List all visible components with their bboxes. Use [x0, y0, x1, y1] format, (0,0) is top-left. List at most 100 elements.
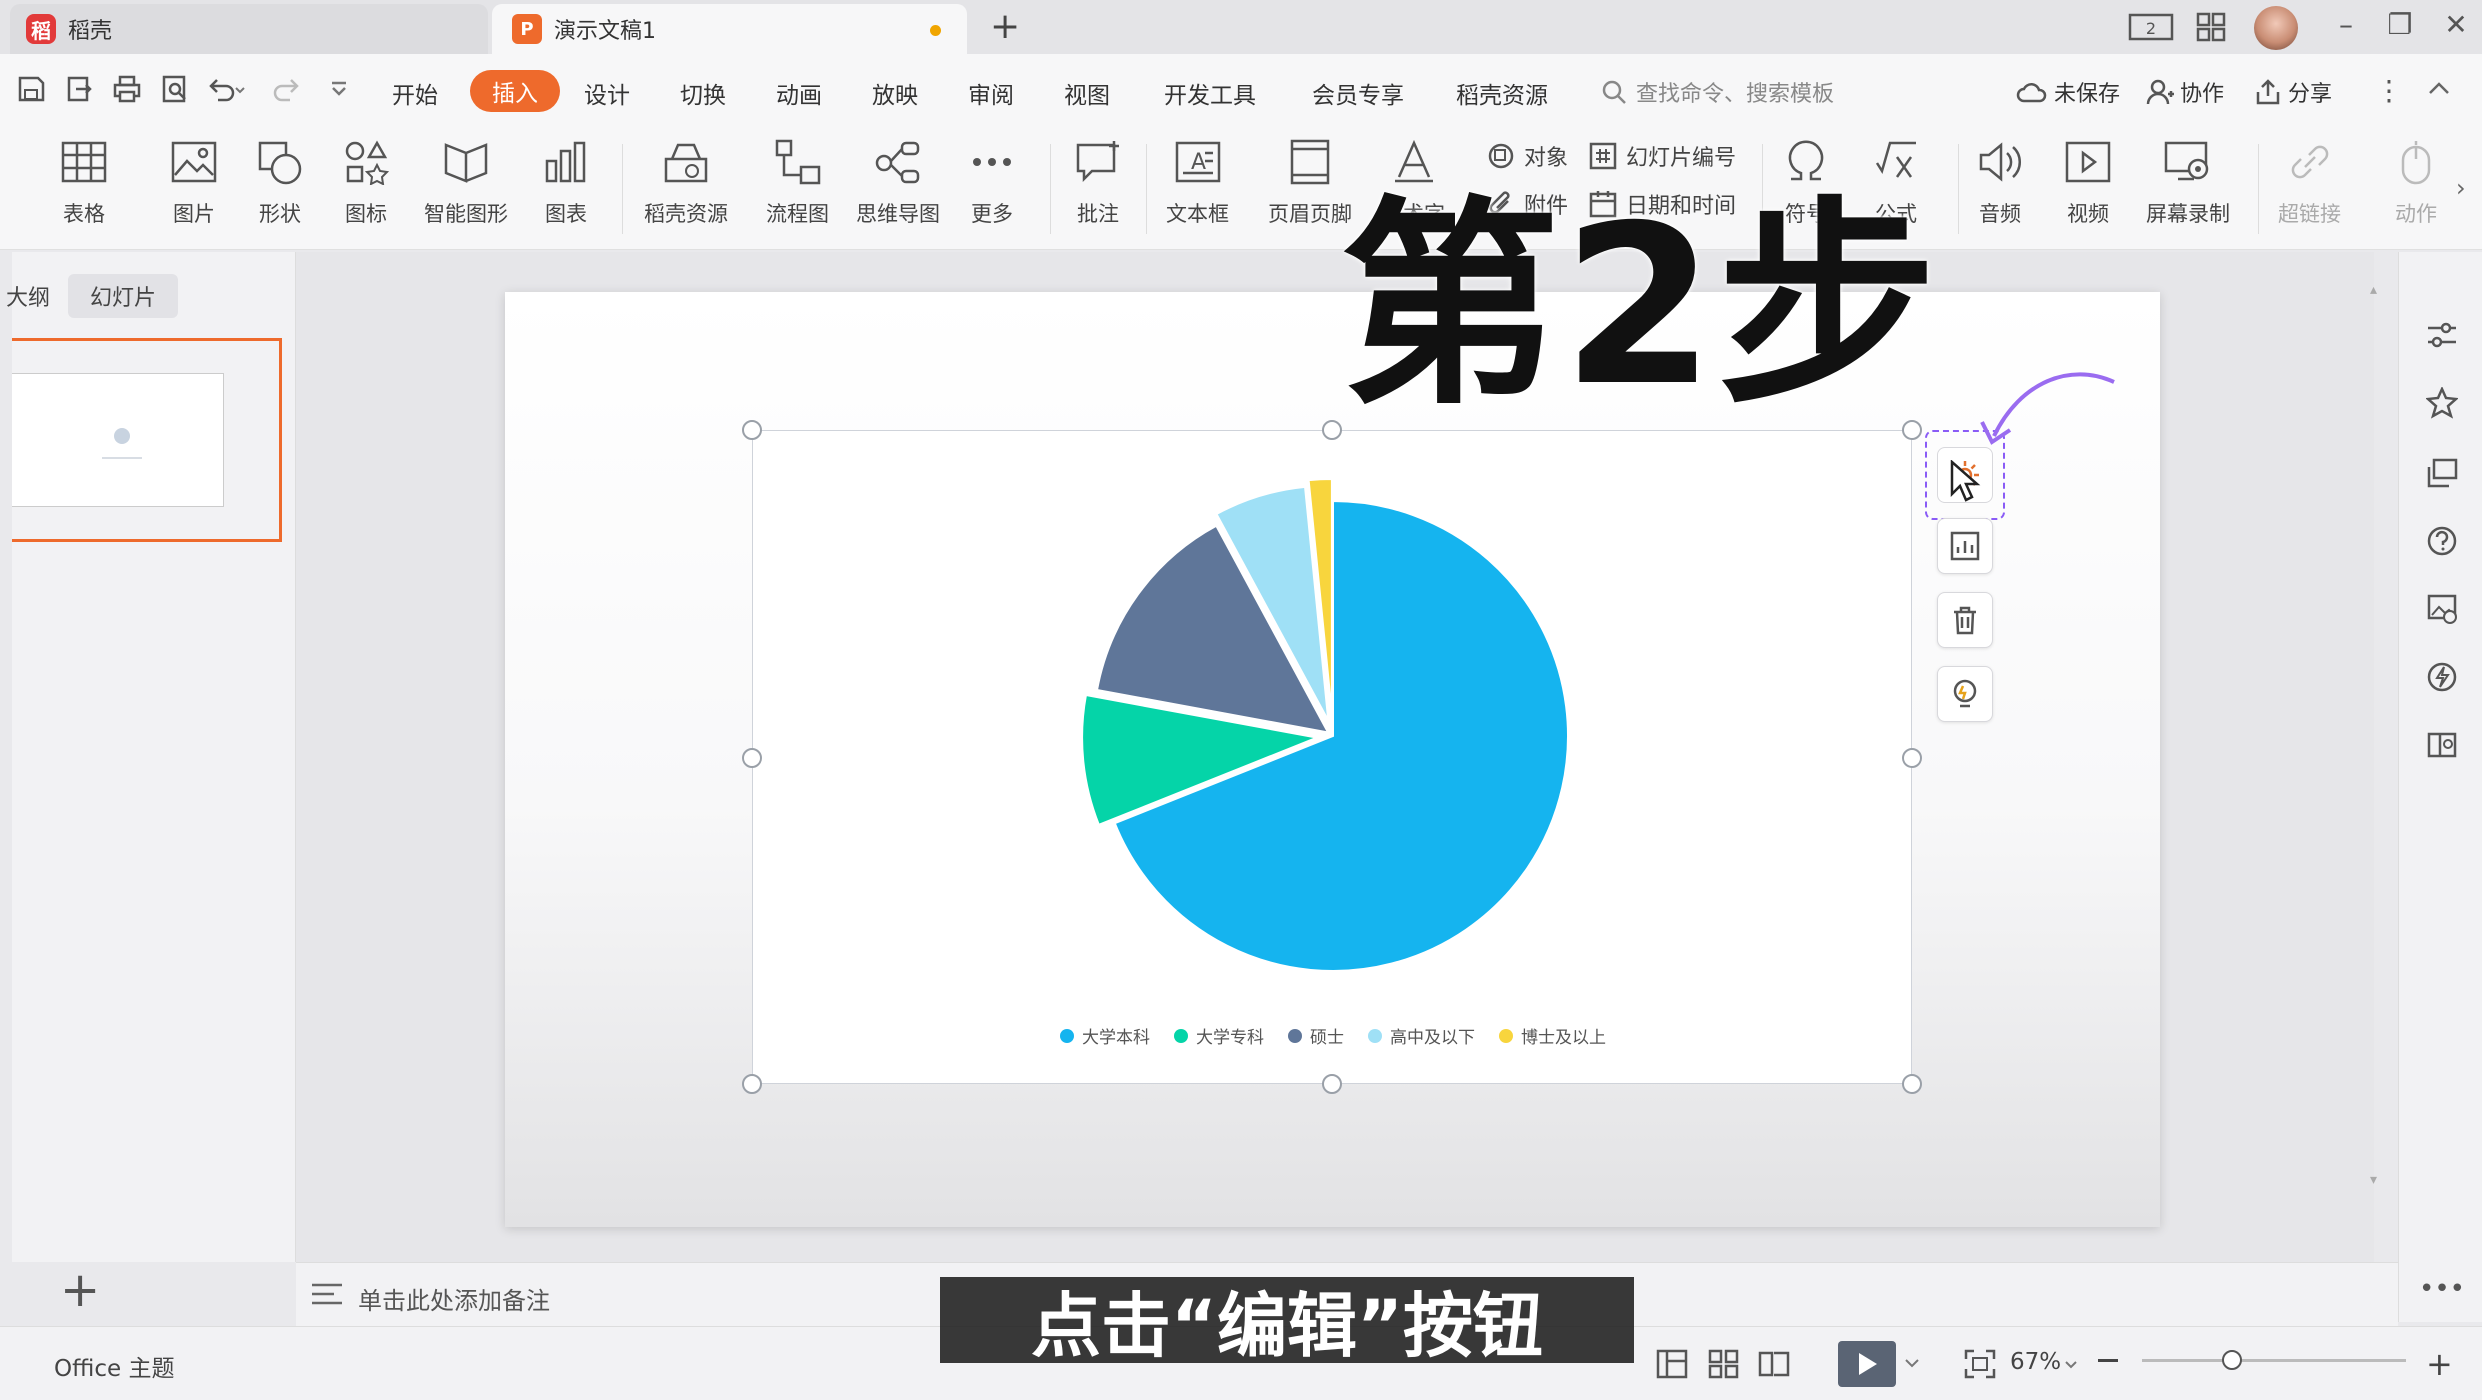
- resize-handle-right[interactable]: [1902, 748, 1922, 768]
- star-icon[interactable]: [2425, 386, 2459, 420]
- slide-panel: 大纲 幻灯片 +: [6, 252, 296, 1318]
- tab-start[interactable]: 开始: [392, 76, 438, 110]
- slides-tab[interactable]: 幻灯片: [68, 274, 179, 318]
- collaborate-button[interactable]: 协作: [2146, 76, 2224, 108]
- tab-slideshow[interactable]: 放映: [872, 76, 918, 110]
- normal-view-icon[interactable]: [1656, 1349, 1688, 1383]
- redo-icon[interactable]: [270, 74, 304, 108]
- menu-bar: 开始 插入 设计 切换 动画 放映 审阅 视图 开发工具 会员专享 稻壳资源 查…: [0, 54, 2482, 130]
- table-button[interactable]: 表格: [58, 136, 110, 228]
- comment-label: 批注: [1077, 202, 1119, 226]
- more-options-icon[interactable]: ⋮: [2372, 74, 2406, 108]
- chart-delete-button[interactable]: [1937, 592, 1993, 648]
- textbox-button[interactable]: A 文本框: [1166, 136, 1229, 228]
- chart-object[interactable]: 大学本科 大学专科 硕士 高中及以下 博士及以上: [752, 430, 1912, 1084]
- tab-design[interactable]: 设计: [584, 76, 630, 110]
- resize-handle-bottom-left[interactable]: [742, 1074, 762, 1094]
- outline-tab[interactable]: 大纲: [0, 274, 72, 318]
- resize-handle-top[interactable]: [1322, 420, 1342, 440]
- print-icon[interactable]: [110, 74, 144, 108]
- screen-record-button[interactable]: 屏幕录制: [2146, 136, 2230, 228]
- share-button[interactable]: 分享: [2254, 76, 2332, 108]
- chart-button[interactable]: 图表: [540, 136, 592, 228]
- slide-sorter-icon[interactable]: [1708, 1349, 1740, 1383]
- resize-handle-bottom[interactable]: [1322, 1074, 1342, 1094]
- audio-button[interactable]: 音频: [1974, 136, 2026, 228]
- tab-review[interactable]: 审阅: [968, 76, 1014, 110]
- tab-animation[interactable]: 动画: [776, 76, 822, 110]
- object-button[interactable]: 对象: [1486, 140, 1568, 172]
- tab-transition[interactable]: 切换: [680, 76, 726, 110]
- zoom-slider-handle[interactable]: [2222, 1350, 2242, 1370]
- icon-button[interactable]: 图标: [340, 136, 392, 228]
- resize-handle-left[interactable]: [742, 748, 762, 768]
- tab-docer-resources[interactable]: 稻壳资源: [1456, 76, 1548, 110]
- vertical-scrollbar[interactable]: ▴ ▾: [2366, 272, 2380, 1232]
- minimize-button[interactable]: –: [2326, 8, 2366, 41]
- docer-logo-icon: 稻: [26, 14, 56, 44]
- save-icon[interactable]: [14, 74, 48, 108]
- tab-member[interactable]: 会员专享: [1312, 76, 1404, 110]
- tab-document[interactable]: P 演示文稿1: [492, 4, 967, 54]
- more-button[interactable]: 更多: [966, 136, 1018, 228]
- undo-icon[interactable]: [206, 74, 245, 108]
- close-button[interactable]: ✕: [2436, 8, 2476, 41]
- legend-dot: [1288, 1028, 1302, 1043]
- adjust-sliders-icon[interactable]: [2425, 318, 2459, 352]
- chart-elements-button[interactable]: [1937, 518, 1993, 574]
- command-search-input[interactable]: 查找命令、搜索模板: [1600, 76, 1834, 108]
- video-button[interactable]: 视频: [2062, 136, 2114, 228]
- play-options-icon[interactable]: [1904, 1355, 1920, 1375]
- mindmap-button[interactable]: 思维导图: [856, 136, 940, 228]
- tab-insert[interactable]: 插入: [470, 70, 560, 112]
- fit-window-icon[interactable]: [1964, 1349, 1996, 1383]
- dual-screen-icon[interactable]: 2: [2128, 12, 2174, 46]
- export-icon[interactable]: [62, 74, 96, 108]
- zoom-level[interactable]: 67%: [2010, 1349, 2061, 1375]
- zoom-slider[interactable]: [2142, 1350, 2406, 1370]
- ribbon-scroll-right-icon[interactable]: ›: [2456, 174, 2466, 202]
- customize-quick-access-icon[interactable]: [322, 74, 356, 108]
- resize-handle-top-left[interactable]: [742, 420, 762, 440]
- play-slideshow-button[interactable]: [1838, 1341, 1896, 1387]
- lightning-icon[interactable]: [2425, 660, 2459, 694]
- resize-handle-bottom-right[interactable]: [1902, 1074, 1922, 1094]
- help-icon[interactable]: [2425, 524, 2459, 558]
- cloud-save-status[interactable]: 未保存: [2016, 76, 2120, 108]
- more-horizontal-icon[interactable]: •••: [2419, 1272, 2465, 1306]
- print-preview-icon[interactable]: [158, 74, 192, 108]
- textbox-label: 文本框: [1166, 202, 1229, 226]
- slide-number-label: 幻灯片编号: [1626, 146, 1737, 171]
- action-button[interactable]: 动作: [2390, 136, 2442, 228]
- reading-view-icon[interactable]: [1758, 1349, 1790, 1383]
- picture-button[interactable]: 图片: [168, 136, 220, 228]
- flowchart-button[interactable]: 流程图: [766, 136, 829, 228]
- ai-image-icon[interactable]: [2425, 592, 2459, 626]
- grid-view-icon[interactable]: [2196, 12, 2226, 46]
- shape-button[interactable]: 形状: [254, 136, 306, 228]
- avatar[interactable]: [2254, 6, 2298, 50]
- tab-developer[interactable]: 开发工具: [1164, 76, 1256, 110]
- pie-chart[interactable]: [753, 431, 1913, 1085]
- mouse-icon: [2401, 141, 2431, 185]
- zoom-out-button[interactable]: [2098, 1359, 2118, 1362]
- action-label: 动作: [2395, 202, 2437, 226]
- slide-thumbnail[interactable]: [12, 338, 282, 542]
- tab-home[interactable]: 稻 稻壳: [10, 4, 488, 54]
- docer-resources-button[interactable]: 稻壳资源: [644, 136, 728, 228]
- slide-transition-icon[interactable]: [2425, 456, 2459, 490]
- zoom-in-button[interactable]: +: [2426, 1345, 2453, 1383]
- chart-smart-button[interactable]: [1937, 666, 1993, 722]
- smartart-button[interactable]: 智能图形: [424, 136, 508, 228]
- collapse-ribbon-icon[interactable]: [2422, 74, 2456, 108]
- new-tab-button[interactable]: +: [990, 6, 1020, 47]
- slide-number-button[interactable]: 幻灯片编号: [1588, 140, 1736, 172]
- book-icon[interactable]: [2425, 728, 2459, 762]
- hyperlink-button[interactable]: 超链接: [2278, 136, 2341, 228]
- tab-view[interactable]: 视图: [1064, 76, 1110, 110]
- theme-name[interactable]: Office 主题: [54, 1349, 174, 1383]
- restore-button[interactable]: ❐: [2380, 8, 2420, 41]
- add-slide-button[interactable]: +: [60, 1262, 100, 1318]
- comment-button[interactable]: 批注: [1072, 136, 1124, 228]
- zoom-dropdown-icon[interactable]: [2064, 1357, 2078, 1376]
